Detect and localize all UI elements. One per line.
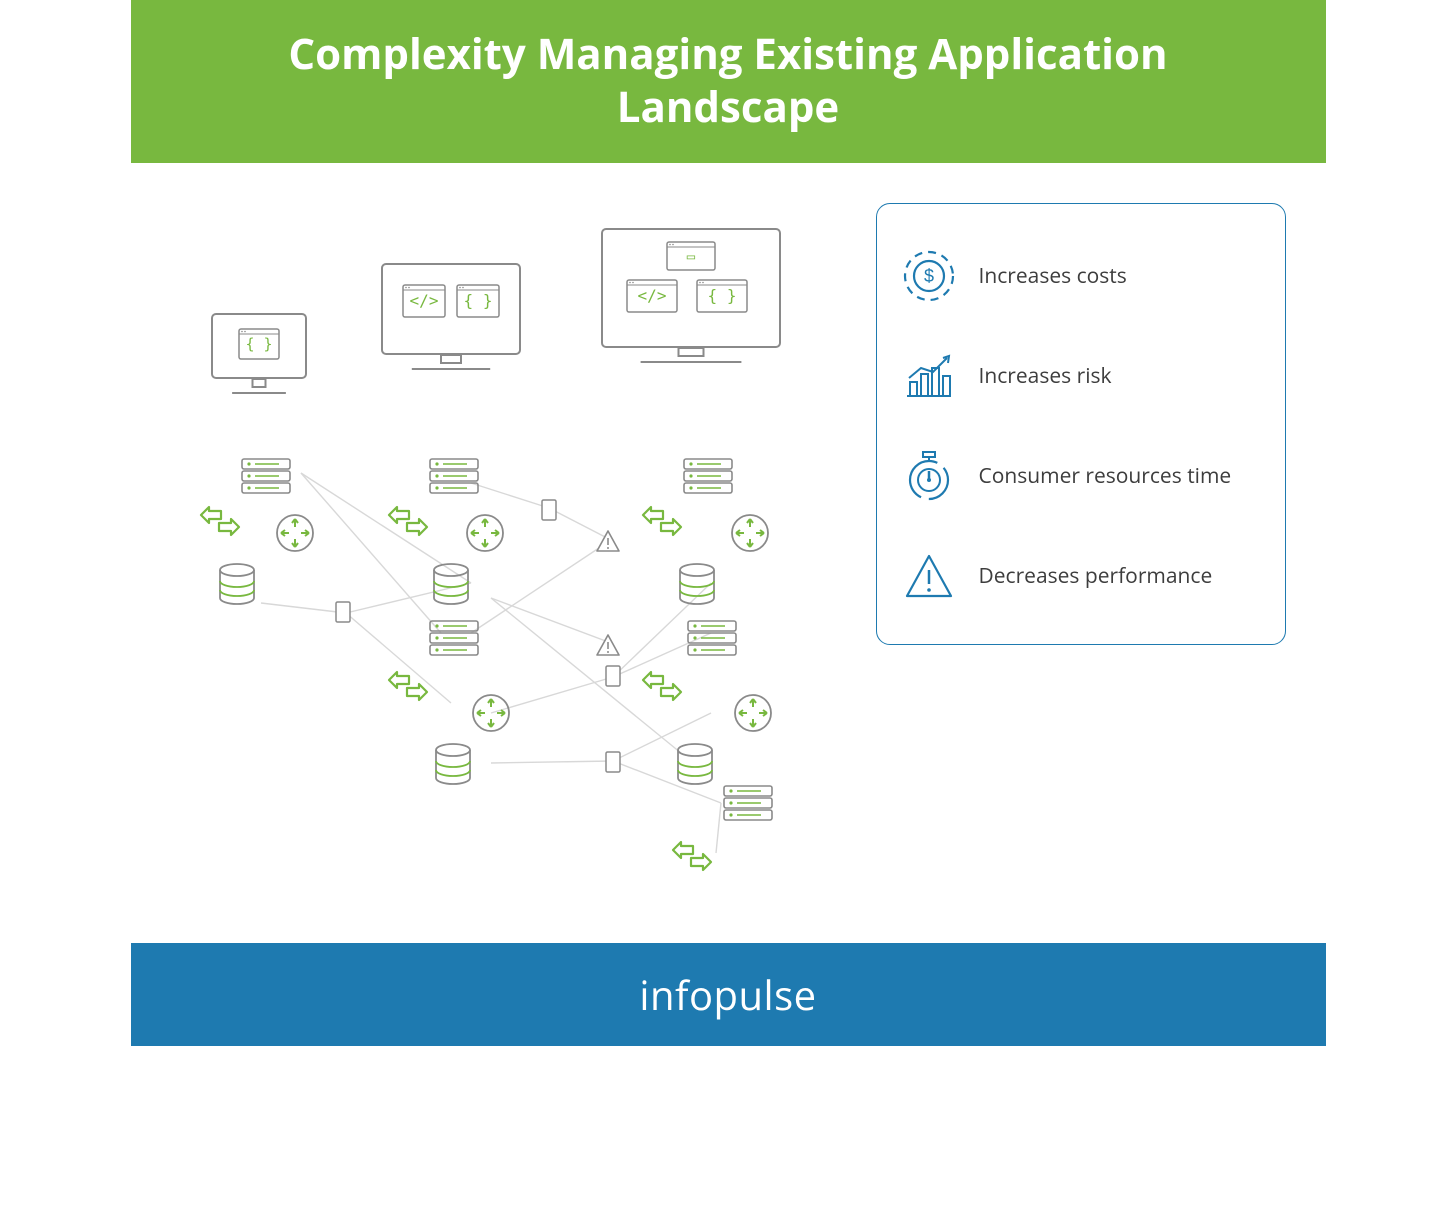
panel-item-costs: $ Increases costs xyxy=(901,248,1261,304)
footer-brand: infopulse xyxy=(131,943,1326,1046)
database-icon xyxy=(217,563,257,605)
document-icon xyxy=(605,751,621,773)
monitor-icon: { } xyxy=(211,313,307,403)
hub-icon xyxy=(465,513,505,553)
server-icon xyxy=(683,458,733,494)
transfer-arrows-icon xyxy=(387,503,429,539)
hub-icon xyxy=(733,693,773,733)
svg-text:{ }: { } xyxy=(463,291,492,310)
database-icon xyxy=(431,563,471,605)
database-icon xyxy=(675,743,715,785)
hub-icon xyxy=(471,693,511,733)
dollar-icon: $ xyxy=(901,248,957,304)
svg-text:{ }: { } xyxy=(707,286,736,305)
svg-text:$: $ xyxy=(923,266,933,286)
hub-icon xyxy=(730,513,770,553)
transfer-arrows-icon xyxy=(641,503,683,539)
transfer-arrows-icon xyxy=(199,503,241,539)
panel-item-label: Increases risk xyxy=(979,362,1112,390)
document-icon xyxy=(335,601,351,623)
server-icon xyxy=(429,458,479,494)
transfer-arrows-icon xyxy=(671,838,713,874)
warning-triangle-icon xyxy=(595,529,621,553)
warning-triangle-icon xyxy=(595,633,621,657)
impact-panel: $ Increases costs Increases risk Consume… xyxy=(876,203,1286,645)
server-icon xyxy=(687,620,737,656)
transfer-arrows-icon xyxy=(641,668,683,704)
server-icon xyxy=(241,458,291,494)
panel-item-time: Consumer resources time xyxy=(901,448,1261,504)
panel-item-label: Increases costs xyxy=(979,262,1127,290)
panel-item-label: Consumer resources time xyxy=(979,462,1232,490)
monitor-icon: </> { } xyxy=(381,263,521,379)
transfer-arrows-icon xyxy=(387,668,429,704)
server-icon xyxy=(429,620,479,656)
panel-item-label: Decreases performance xyxy=(979,562,1213,590)
document-icon xyxy=(605,665,621,687)
panel-item-risk: Increases risk xyxy=(901,348,1261,404)
chart-icon xyxy=(901,348,957,404)
document-icon xyxy=(541,499,557,521)
panel-item-performance: Decreases performance xyxy=(901,548,1261,604)
warning-icon xyxy=(901,548,957,604)
monitor-icon: ▭ </> { } xyxy=(601,228,781,372)
svg-text:{ }: { } xyxy=(245,335,272,353)
stopwatch-icon xyxy=(901,448,957,504)
svg-text:</>: </> xyxy=(637,286,666,305)
svg-text:▭: ▭ xyxy=(686,249,695,265)
database-icon xyxy=(677,563,717,605)
server-icon xyxy=(723,785,773,821)
page-title: Complexity Managing Existing Application… xyxy=(131,0,1326,163)
diagram-canvas: { } </> { } ▭ </> { } xyxy=(171,203,866,883)
svg-text:</>: </> xyxy=(409,291,438,310)
database-icon xyxy=(433,743,473,785)
hub-icon xyxy=(275,513,315,553)
